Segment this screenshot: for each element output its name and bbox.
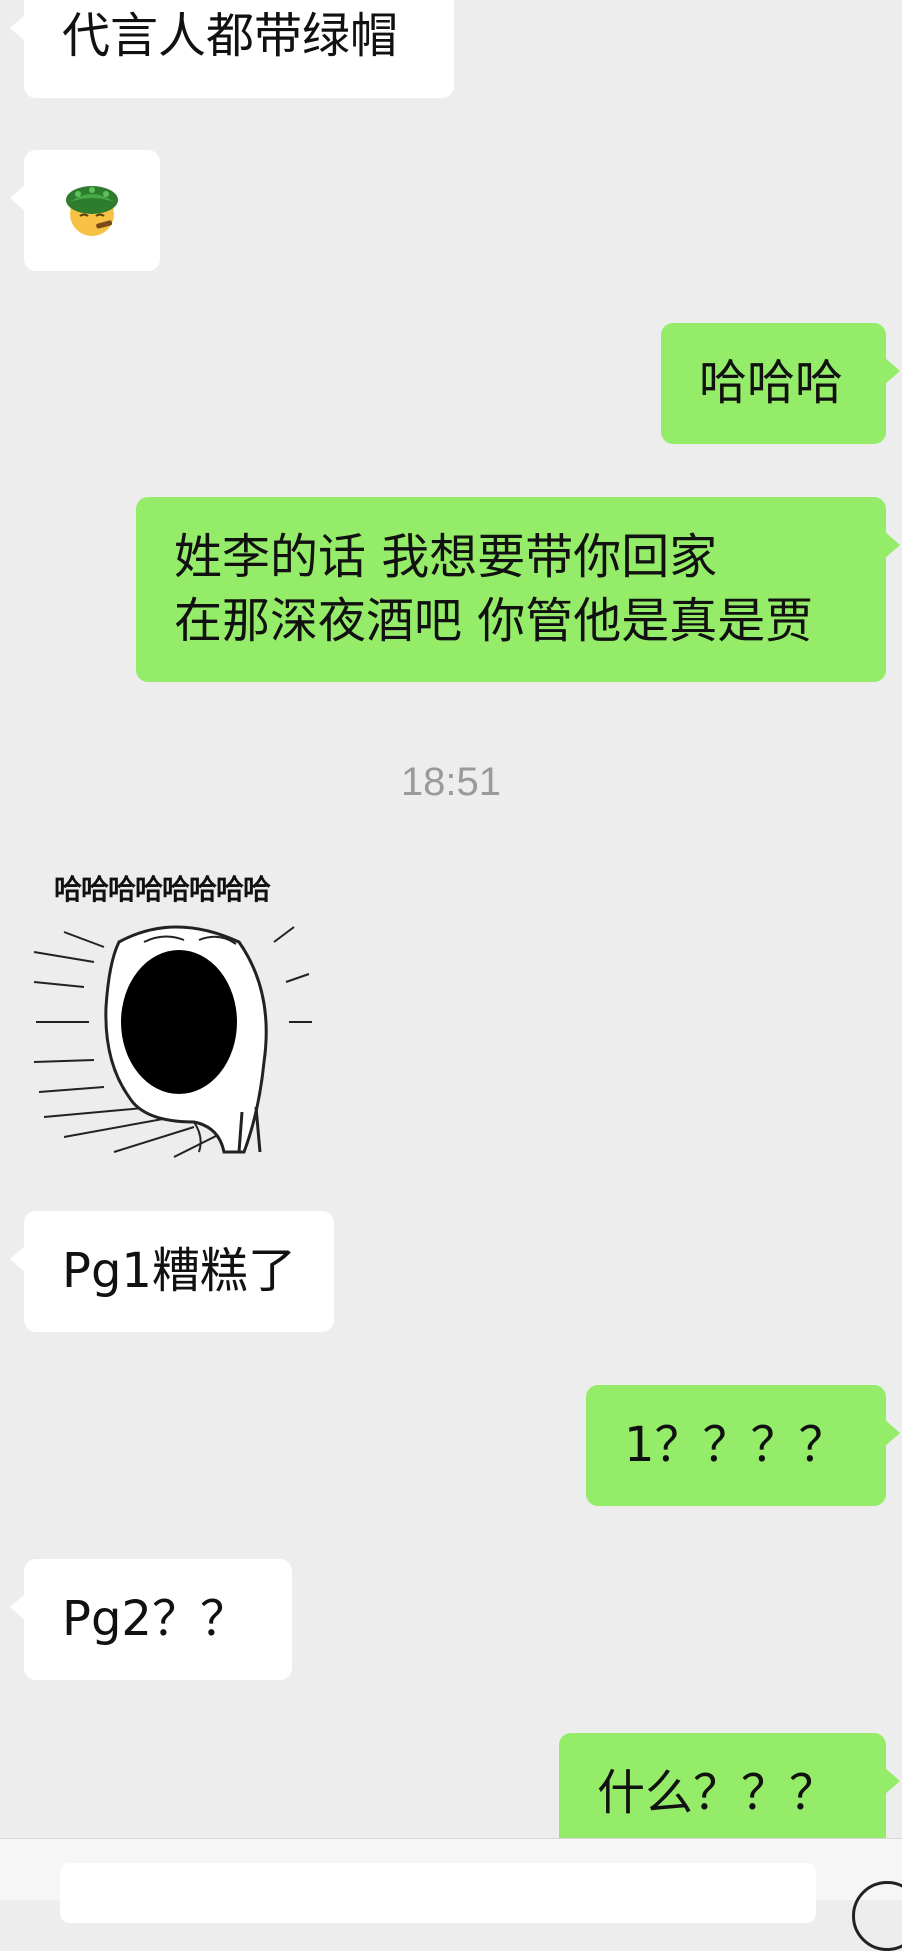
message-text: 哈哈哈 [699,355,844,411]
green-hat-emoji [66,186,118,236]
sticker-message[interactable]: 哈哈哈哈哈哈哈哈 [24,868,324,1168]
message-outgoing[interactable]: 姓李的话 我想要带你回家 在那深夜酒吧 你管他是真是贾 [136,497,900,682]
message-incoming[interactable]: Pg1糟糕了 [10,1211,334,1332]
laughing-face-sticker [33,925,312,1158]
voice-icon[interactable] [852,1881,902,1951]
chat-input-bar [0,1838,902,1951]
message-timestamp: 18:51 [400,760,502,804]
message-text: Pg1糟糕了 [62,1243,296,1299]
message-text: 什么？？？ [597,1765,838,1821]
message-incoming[interactable] [10,150,160,271]
message-incoming[interactable]: 代言人都带绿帽 [10,0,454,98]
message-line: 姓李的话 我想要带你回家 [174,529,718,585]
message-text: 代言人都带绿帽 [62,8,399,64]
message-outgoing[interactable]: 哈哈哈 [661,323,900,444]
message-outgoing[interactable]: 1？？？？ [586,1385,900,1506]
chat-message-list[interactable]: 代言人都带绿帽 哈哈哈 姓李的话 我想要带你回家 在那深夜酒吧 你管他是真是贾 … [0,0,902,1838]
message-outgoing[interactable]: 什么？？？ [559,1733,900,1838]
sticker-caption: 哈哈哈哈哈哈哈哈 [54,873,271,906]
message-input[interactable] [60,1863,816,1923]
message-text: 1？？？？ [624,1417,847,1473]
message-incoming[interactable]: Pg2？？ [10,1559,292,1680]
message-text: Pg2？？ [62,1591,248,1647]
message-line: 在那深夜酒吧 你管他是真是贾 [174,593,814,649]
